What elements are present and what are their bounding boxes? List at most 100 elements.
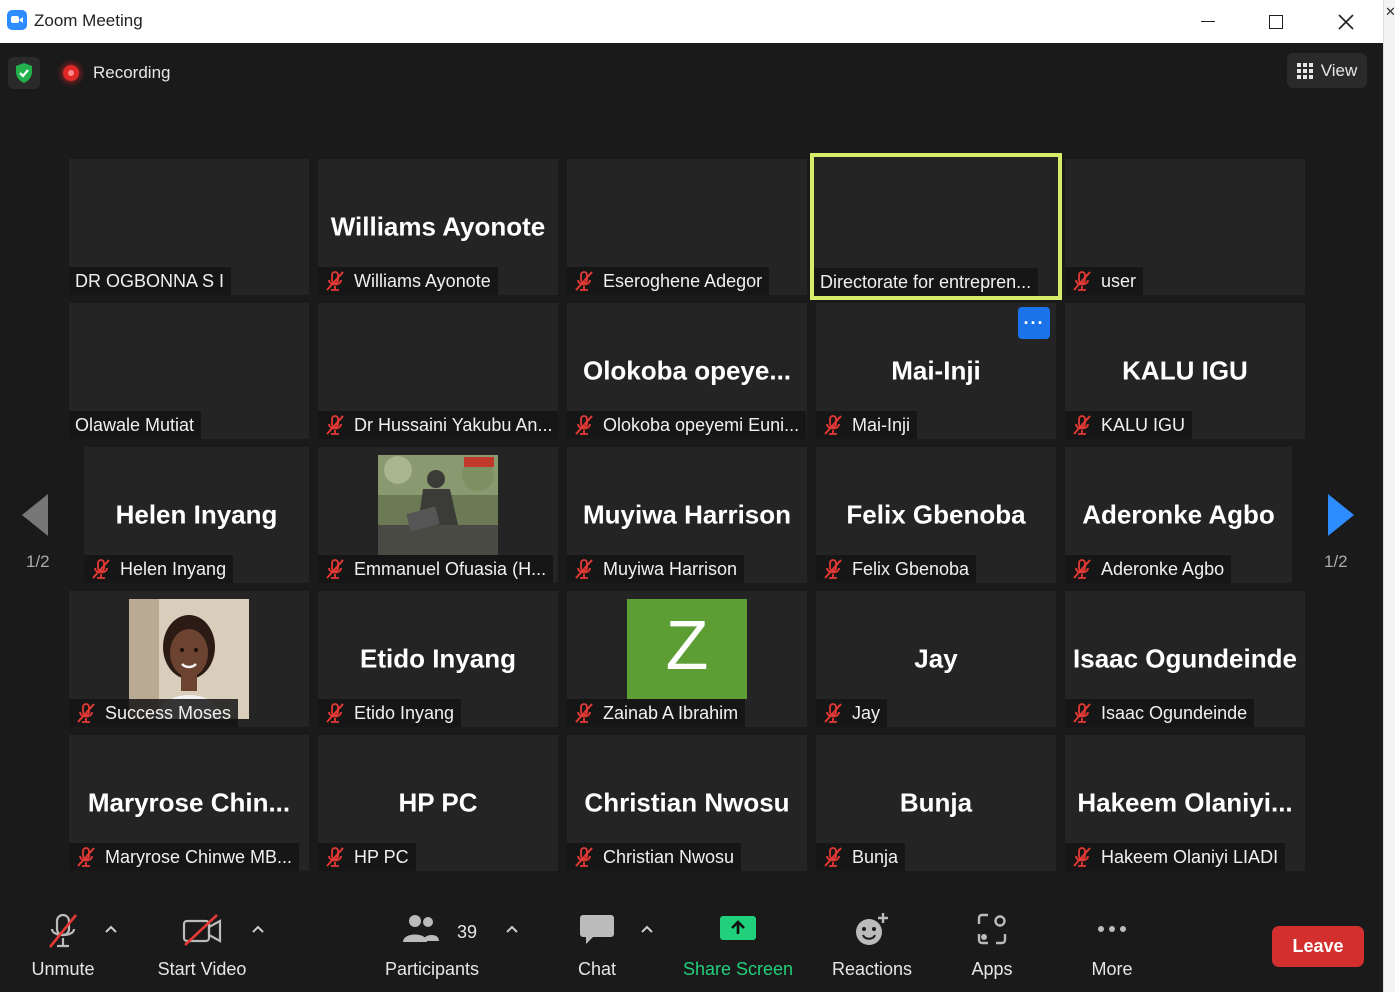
microphone-muted-icon bbox=[1073, 271, 1091, 291]
close-button[interactable] bbox=[1323, 0, 1369, 43]
more-button[interactable]: More bbox=[1082, 898, 1142, 992]
participant-name: Christian Nwosu bbox=[603, 846, 735, 867]
participant-display-name: Christian Nwosu bbox=[584, 787, 790, 818]
next-page-arrow-icon[interactable] bbox=[1328, 494, 1354, 536]
participant-tile[interactable]: Maryrose Chin... Maryrose Chinwe MB... bbox=[69, 735, 309, 871]
unmute-button[interactable]: Unmute bbox=[22, 898, 104, 992]
previous-page-arrow-icon[interactable] bbox=[22, 494, 48, 536]
participant-tile[interactable]: Felix Gbenoba Felix Gbenoba bbox=[816, 447, 1056, 583]
participant-name: Jay bbox=[852, 702, 881, 723]
microphone-muted-icon bbox=[824, 847, 842, 867]
participant-tile[interactable]: Helen Inyang Helen Inyang bbox=[84, 447, 309, 583]
shield-check-icon bbox=[16, 63, 32, 83]
participant-nameplate: user bbox=[1065, 267, 1144, 295]
chat-button[interactable]: Chat bbox=[567, 898, 627, 992]
participant-name: Maryrose Chinwe MB... bbox=[105, 846, 293, 867]
participant-avatar: Z bbox=[627, 599, 747, 699]
grid-view-icon bbox=[1296, 62, 1313, 79]
chat-bubble-icon bbox=[580, 915, 614, 944]
meeting-toolbar: Unmute Start Video Participants 39 Chat … bbox=[0, 898, 1383, 992]
participant-tile[interactable]: Isaac Ogundeinde Isaac Ogundeinde bbox=[1065, 591, 1305, 727]
page-indicator-left: 1/2 bbox=[26, 552, 50, 571]
video-options-chevron-up-icon[interactable] bbox=[251, 922, 265, 936]
participant-nameplate: Maryrose Chinwe MB... bbox=[69, 843, 300, 871]
participant-display-name: Muyiwa Harrison bbox=[582, 499, 792, 530]
participant-tile[interactable]: Etido Inyang Etido Inyang bbox=[318, 591, 558, 727]
participant-name: Muyiwa Harrison bbox=[603, 558, 738, 579]
tile-more-options-button[interactable]: ··· bbox=[1018, 307, 1050, 339]
participant-tile[interactable]: Hakeem Olaniyi... Hakeem Olaniyi LIADI bbox=[1065, 735, 1305, 871]
chat-options-chevron-up-icon[interactable] bbox=[640, 922, 654, 936]
participant-display-name: HP PC bbox=[398, 787, 478, 818]
participant-tile[interactable]: Williams Ayonote Williams Ayonote bbox=[318, 159, 558, 295]
microphone-muted-icon bbox=[1073, 559, 1091, 579]
participant-name: Bunja bbox=[852, 846, 899, 867]
participant-nameplate: Dr Hussaini Yakubu An... bbox=[318, 411, 558, 439]
participant-name: Zainab A Ibrahim bbox=[603, 702, 739, 723]
participant-tile[interactable]: Success Moses bbox=[69, 591, 309, 727]
leave-button[interactable]: Leave bbox=[1272, 926, 1364, 967]
participants-count: 39 bbox=[457, 922, 478, 942]
reactions-button[interactable]: Reactions bbox=[828, 898, 916, 992]
security-shield-button[interactable] bbox=[8, 57, 40, 89]
participant-tile[interactable]: Olawale Mutiat bbox=[69, 303, 309, 439]
participant-tile[interactable]: Directorate for entrepren... bbox=[810, 153, 1062, 300]
participant-tile[interactable]: Muyiwa Harrison Muyiwa Harrison bbox=[567, 447, 807, 583]
participant-tile[interactable]: Mai-Inji ··· Mai-Inji bbox=[816, 303, 1056, 439]
participant-name: Felix Gbenoba bbox=[852, 558, 970, 579]
participant-nameplate: Olokoba opeyemi Euni... bbox=[567, 411, 807, 439]
participant-display-name: Olokoba opeye... bbox=[582, 355, 792, 386]
participant-tile[interactable]: KALU IGU KALU IGU bbox=[1065, 303, 1305, 439]
apps-button[interactable]: Apps bbox=[962, 898, 1022, 992]
participant-tile[interactable]: HP PC HP PC bbox=[318, 735, 558, 871]
participant-tile[interactable]: Olokoba opeye... Olokoba opeyemi Euni... bbox=[567, 303, 807, 439]
participant-tile[interactable]: DR OGBONNA S I bbox=[69, 159, 309, 295]
maximize-button[interactable] bbox=[1253, 0, 1299, 43]
participant-nameplate: Christian Nwosu bbox=[567, 843, 742, 871]
participant-nameplate: Etido Inyang bbox=[318, 699, 462, 727]
participants-icon bbox=[403, 915, 440, 942]
participant-tile[interactable]: Christian Nwosu Christian Nwosu bbox=[567, 735, 807, 871]
maximize-icon bbox=[1269, 14, 1283, 29]
participant-display-name: Helen Inyang bbox=[115, 499, 278, 530]
audio-options-chevron-up-icon[interactable] bbox=[104, 922, 118, 936]
reactions-label: Reactions bbox=[831, 959, 913, 979]
participant-nameplate: Felix Gbenoba bbox=[816, 555, 977, 583]
participant-tile[interactable]: user bbox=[1065, 159, 1305, 295]
microphone-muted-icon bbox=[575, 415, 593, 435]
participant-tile[interactable]: Z Zainab A Ibrahim bbox=[567, 591, 807, 727]
participant-name: Williams Ayonote bbox=[354, 270, 491, 291]
participant-nameplate: Directorate for entrepren... bbox=[814, 268, 1039, 296]
participant-nameplate: Williams Ayonote bbox=[318, 267, 498, 295]
participant-tile[interactable]: Jay Jay bbox=[816, 591, 1056, 727]
microphone-muted-icon bbox=[326, 271, 344, 291]
apps-label: Apps bbox=[971, 959, 1013, 979]
participants-options-chevron-up-icon[interactable] bbox=[505, 922, 519, 936]
participant-name: Olawale Mutiat bbox=[75, 414, 195, 435]
start-video-button[interactable]: Start Video bbox=[148, 898, 256, 992]
participant-tile[interactable]: Bunja Bunja bbox=[816, 735, 1056, 871]
unmute-label: Unmute bbox=[31, 959, 95, 979]
minimize-button[interactable] bbox=[1185, 0, 1231, 43]
participant-nameplate: Zainab A Ibrahim bbox=[567, 699, 746, 727]
participant-nameplate: Bunja bbox=[816, 843, 906, 871]
participant-tile[interactable]: Emmanuel Ofuasia (H... bbox=[318, 447, 558, 583]
window-title: Zoom Meeting bbox=[34, 11, 143, 30]
participant-tile[interactable]: Dr Hussaini Yakubu An... bbox=[318, 303, 558, 439]
share-screen-arrow-icon bbox=[720, 916, 756, 940]
participant-nameplate: Jay bbox=[816, 699, 888, 727]
microphone-muted-icon bbox=[575, 847, 593, 867]
view-button[interactable]: View bbox=[1287, 53, 1367, 88]
share-screen-button[interactable]: Share Screen bbox=[680, 898, 796, 992]
participant-tile[interactable]: Eseroghene Adegor bbox=[567, 159, 807, 295]
microphone-muted-icon bbox=[1073, 847, 1091, 867]
participants-label: Participants bbox=[384, 959, 480, 979]
participant-name: Mai-Inji bbox=[852, 414, 911, 435]
participants-button[interactable]: Participants bbox=[378, 898, 486, 992]
apps-icon bbox=[977, 913, 1007, 945]
participant-display-name: Hakeem Olaniyi... bbox=[1077, 787, 1293, 818]
participant-nameplate: Emmanuel Ofuasia (H... bbox=[318, 555, 554, 583]
participant-name: Hakeem Olaniyi LIADI bbox=[1101, 846, 1279, 867]
participant-nameplate: Hakeem Olaniyi LIADI bbox=[1065, 843, 1286, 871]
participant-tile[interactable]: Aderonke Agbo Aderonke Agbo bbox=[1065, 447, 1292, 583]
